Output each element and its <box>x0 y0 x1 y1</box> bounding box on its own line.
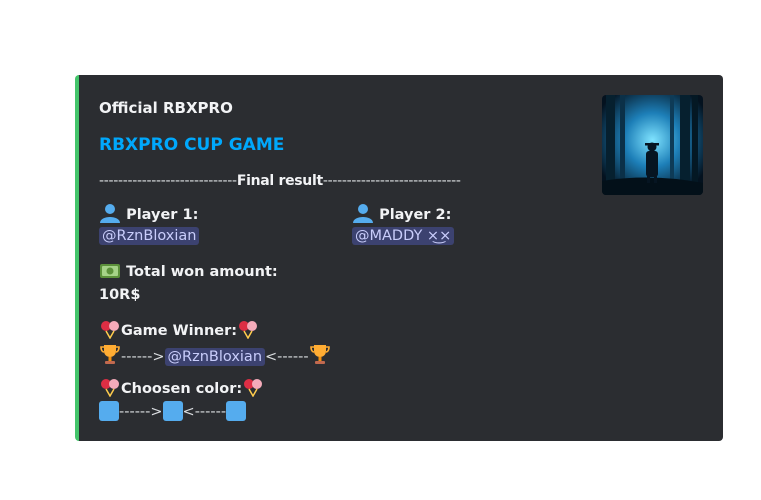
player1-field-name: Player 1: <box>99 203 198 223</box>
balloons-icon <box>239 321 258 339</box>
balloons-icon <box>101 321 119 339</box>
embed-card: Official RBXPRO RBXPRO CUP GAME --------… <box>75 75 723 441</box>
winner-mention[interactable]: @RznBloxian <box>164 348 266 366</box>
embed-thumbnail[interactable] <box>602 95 703 195</box>
player2-field-name: Player 2: <box>352 203 451 223</box>
final-result-divider: -----------------------------Final resul… <box>99 173 461 189</box>
bust-icon <box>353 204 373 223</box>
embed-title[interactable]: RBXPRO CUP GAME <box>99 135 284 155</box>
color-arrow-left: ------> <box>119 404 163 420</box>
player2-mention[interactable]: @MADDY ×͜× <box>352 227 455 245</box>
winner-arrow-left: ------> <box>121 349 165 365</box>
color-arrow-right: <------ <box>182 404 227 420</box>
player1-label: Player 1: <box>126 207 199 223</box>
balloons-icon <box>101 379 119 397</box>
money-icon <box>100 264 120 278</box>
divider-right: ----------------------------- <box>322 173 461 189</box>
total-value: 10R$ <box>99 287 141 303</box>
trophy-icon <box>309 345 330 364</box>
balloons-icon <box>244 379 263 397</box>
total-field-name: Total won amount: <box>99 262 278 280</box>
player1-mention[interactable]: @RznBloxian <box>99 227 200 245</box>
blue-square-icon <box>99 401 119 421</box>
player2-label: Player 2: <box>379 207 452 223</box>
winner-arrow-right: <------ <box>265 349 309 365</box>
player1-field-value: @RznBloxian <box>99 227 200 245</box>
color-label: Choosen color: <box>121 381 243 397</box>
total-label: Total won amount: <box>126 264 278 280</box>
divider-left: ----------------------------- <box>99 173 237 189</box>
winner-label: Game Winner: <box>121 323 238 339</box>
color-field-name: Choosen color: <box>99 377 264 397</box>
divider-label: Final result <box>236 173 323 189</box>
embed-author: Official RBXPRO <box>99 99 233 117</box>
bust-icon <box>100 204 120 223</box>
blue-square-icon <box>162 401 183 421</box>
color-field-value: ------> <------ <box>99 401 247 421</box>
player2-field-value: @MADDY ×͜× <box>352 227 455 245</box>
trophy-icon <box>100 345 120 364</box>
winner-field-name: Game Winner: <box>99 319 259 339</box>
forest-figure-image <box>602 95 703 195</box>
winner-field-value: ------> @RznBloxian <------ <box>99 343 331 366</box>
blue-square-icon <box>226 401 247 421</box>
